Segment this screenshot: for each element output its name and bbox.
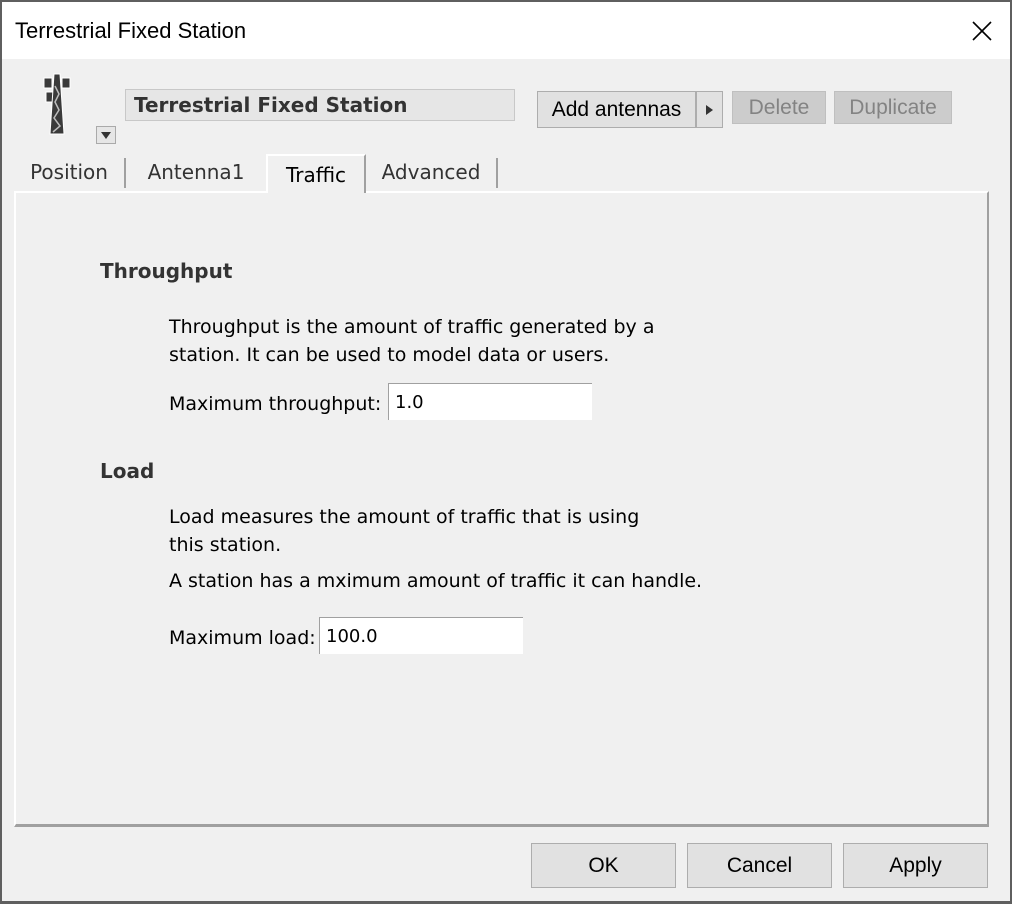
max-throughput-input[interactable] — [388, 383, 592, 420]
throughput-description: Throughput is the amount of traffic gene… — [169, 313, 654, 369]
load-description-line: A station has a mximum amount of traffic… — [169, 570, 703, 592]
terrestrial-fixed-station-dialog: Terrestrial Fixed Station Terrestrial Fi… — [2, 2, 1010, 901]
apply-button[interactable]: Apply — [843, 843, 988, 888]
ok-button[interactable]: OK — [531, 843, 676, 888]
max-load-input[interactable] — [319, 617, 523, 654]
tab-antenna1[interactable]: Antenna1 — [126, 154, 266, 190]
load-description-line: this station. — [169, 534, 282, 556]
radio-tower-icon — [43, 73, 71, 135]
add-antennas-menu-button[interactable] — [696, 91, 723, 128]
throughput-heading: Throughput — [100, 259, 233, 283]
cancel-button[interactable]: Cancel — [687, 843, 832, 888]
icon-dropdown-button[interactable] — [96, 126, 116, 144]
load-heading: Load — [100, 459, 155, 483]
max-throughput-label: Maximum throughput: — [169, 393, 382, 415]
triangle-right-icon — [706, 104, 713, 115]
tab-position[interactable]: Position — [14, 154, 124, 190]
add-antennas-button[interactable]: Add antennas — [537, 91, 696, 128]
delete-button[interactable]: Delete — [732, 91, 826, 124]
load-description-line: Load measures the amount of traffic that… — [169, 506, 640, 528]
traffic-panel: Throughput Throughput is the amount of t… — [14, 191, 989, 827]
throughput-description-line: station. It can be used to model data or… — [169, 344, 610, 366]
load-description: Load measures the amount of traffic that… — [169, 503, 702, 595]
close-button[interactable] — [954, 2, 1010, 59]
window-title: Terrestrial Fixed Station — [15, 18, 247, 43]
title-bar: Terrestrial Fixed Station — [2, 2, 1010, 59]
station-name-field[interactable]: Terrestrial Fixed Station — [125, 89, 515, 121]
tab-traffic[interactable]: Traffic — [266, 154, 366, 193]
close-x-icon — [972, 20, 992, 41]
tab-advanced[interactable]: Advanced — [366, 154, 496, 190]
triangle-down-icon — [101, 131, 111, 139]
duplicate-button[interactable]: Duplicate — [834, 91, 952, 124]
max-load-label: Maximum load: — [169, 627, 316, 649]
throughput-description-line: Throughput is the amount of traffic gene… — [169, 316, 655, 338]
tab-separator — [496, 158, 498, 188]
